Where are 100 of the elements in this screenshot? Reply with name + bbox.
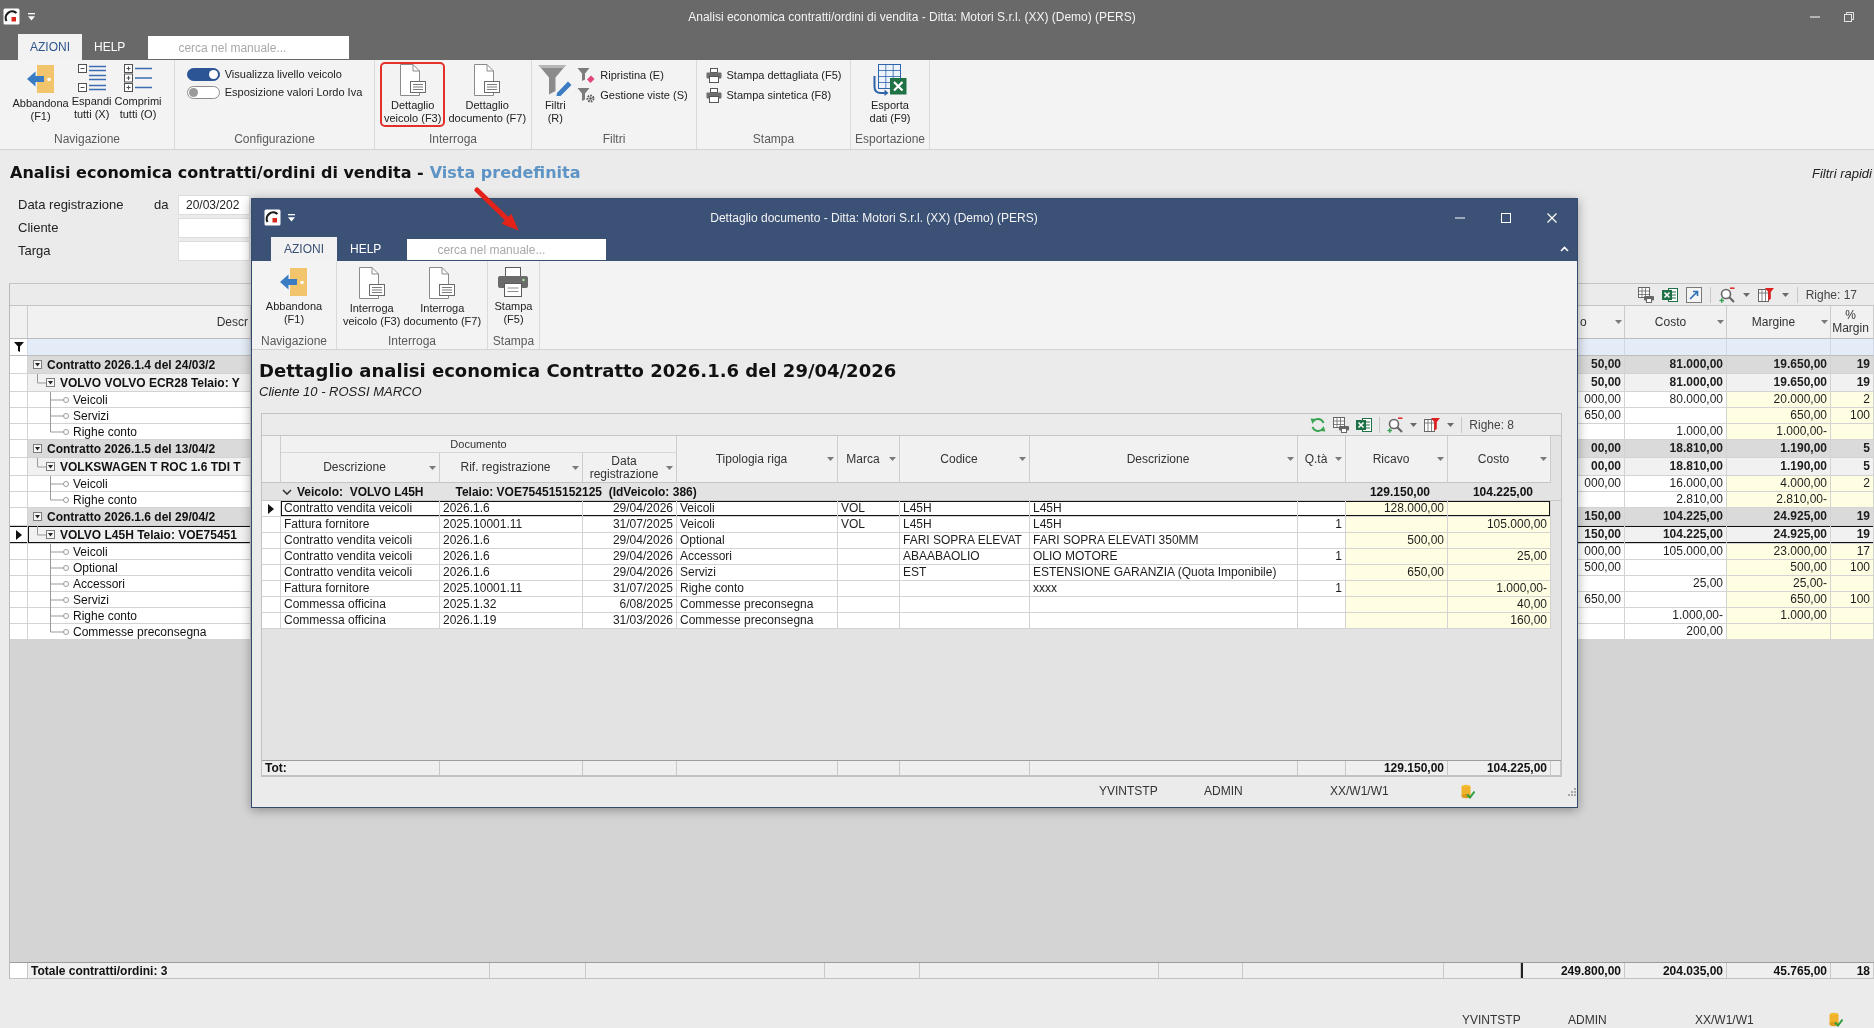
expander-icon[interactable] <box>46 378 55 387</box>
expander-icon[interactable] <box>46 462 55 471</box>
dropdown-arrow-icon[interactable] <box>1717 320 1724 324</box>
toggle-switch[interactable] <box>186 85 220 99</box>
row-indicator[interactable] <box>10 526 28 544</box>
ribbon-tab[interactable]: HELP <box>337 237 395 261</box>
tree-item[interactable]: Veicoli <box>28 392 251 408</box>
filter-field[interactable] <box>1578 339 1625 356</box>
column-header[interactable]: Codice <box>900 436 1030 483</box>
ribbon-tab[interactable]: HELP <box>82 34 138 60</box>
ribbon-button[interactable]: Interroga documento (F7) <box>403 265 482 330</box>
tree-item[interactable]: Servizi <box>28 592 251 608</box>
dropdown-arrow-icon[interactable] <box>1437 457 1444 461</box>
tree-item[interactable]: Righe conto <box>28 492 251 508</box>
column-header[interactable]: Rif. registrazione <box>440 453 583 483</box>
tree-item[interactable]: VOLKSWAGEN T ROC 1.6 TDI T <box>28 458 251 476</box>
ribbon-button[interactable]: Interroga veicolo (F3) <box>342 265 401 330</box>
tree-item[interactable]: Veicoli <box>28 544 251 560</box>
dropdown-arrow-icon[interactable] <box>1615 320 1622 324</box>
ribbon-button[interactable]: Dettaglio veicolo (F3) <box>379 62 446 127</box>
spreadsheet-icon[interactable] <box>1356 416 1373 433</box>
expander-icon[interactable] <box>33 360 42 369</box>
ribbon-collapse-icon[interactable] <box>1560 245 1569 252</box>
caret-icon[interactable] <box>1410 422 1418 427</box>
refresh-icon[interactable] <box>1310 416 1327 433</box>
caret-icon[interactable] <box>1447 422 1455 427</box>
column-header[interactable]: Costo <box>1448 436 1551 483</box>
chevron-icon[interactable] <box>282 488 292 495</box>
row-indicator[interactable] <box>262 501 281 517</box>
ribbon-button[interactable]: Stampa (F5) <box>494 265 533 328</box>
expander-icon[interactable] <box>46 530 55 539</box>
spreadsheet-icon[interactable] <box>1661 286 1678 303</box>
ribbon-button[interactable]: Stampa sintetica (F8) <box>703 85 844 105</box>
tree-item[interactable]: Veicoli <box>28 476 251 492</box>
ribbon-button[interactable]: Ripristina (E) <box>575 65 690 85</box>
dropdown-arrow-icon[interactable] <box>889 457 896 461</box>
ribbon-button[interactable]: Stampa dettagliata (F5) <box>703 65 844 85</box>
ribbon-button[interactable]: Esporta dati (F9) <box>869 62 911 127</box>
search-icon[interactable] <box>1387 416 1404 433</box>
customize-menu-icon[interactable] <box>27 12 36 21</box>
tree-item[interactable]: Accessori <box>28 576 251 592</box>
dropdown-arrow-icon[interactable] <box>1335 457 1342 461</box>
ribbon-button[interactable]: Gestione viste (S) <box>575 85 690 105</box>
dropdown-arrow-icon[interactable] <box>1540 457 1547 461</box>
dropdown-arrow-icon[interactable] <box>1821 320 1828 324</box>
toggle-switch[interactable] <box>186 67 220 81</box>
customize-menu-icon[interactable] <box>287 213 296 222</box>
tree-item[interactable]: Servizi <box>28 408 251 424</box>
tree-item[interactable]: Righe conto <box>28 424 251 440</box>
expander-icon[interactable] <box>33 444 42 453</box>
tree-item[interactable]: Contratto 2026.1.6 del 29/04/2 <box>28 508 251 526</box>
tree-item[interactable]: Optional <box>28 560 251 576</box>
column-header[interactable]: Tipologia riga <box>677 436 838 483</box>
input-field[interactable] <box>178 217 250 238</box>
caret-icon[interactable] <box>1742 292 1750 297</box>
filter-field[interactable] <box>1831 339 1874 356</box>
search-field[interactable]: cerca nel manuale... <box>148 36 350 59</box>
tree-item[interactable]: Righe conto <box>28 608 251 624</box>
export-icon[interactable] <box>1685 286 1702 303</box>
grid-print-icon[interactable] <box>1333 416 1350 433</box>
ribbon-button[interactable]: Comprimi tutti (O) <box>114 62 162 123</box>
column-filter-icon[interactable] <box>1757 286 1774 303</box>
dropdown-arrow-icon[interactable] <box>429 465 436 470</box>
column-header[interactable]: Descr <box>28 306 251 339</box>
ribbon-button[interactable]: Filtri (R) <box>538 62 573 127</box>
column-header[interactable]: Costo <box>1625 306 1727 339</box>
column-header[interactable]: % Margin <box>1831 306 1874 339</box>
grid-print-icon[interactable] <box>1637 286 1654 303</box>
column-header[interactable]: Descrizione <box>281 453 440 483</box>
tree-item[interactable]: VOLVO L45H Telaio: VOE75451 <box>28 526 251 544</box>
filter-field[interactable] <box>28 339 251 356</box>
dropdown-arrow-icon[interactable] <box>572 465 579 470</box>
ribbon-button[interactable]: Abbandona (F1) <box>12 62 69 125</box>
column-header[interactable]: Marca <box>838 436 900 483</box>
dropdown-arrow-icon[interactable] <box>1287 457 1294 461</box>
column-header[interactable]: o <box>1578 306 1625 339</box>
input-field[interactable] <box>178 240 250 261</box>
search-field[interactable]: cerca nel manuale... <box>407 239 607 260</box>
column-header[interactable]: Margine <box>1727 306 1831 339</box>
search-icon[interactable] <box>1718 286 1735 303</box>
column-header[interactable]: Ricavo <box>1346 436 1448 483</box>
ribbon-button[interactable]: Dettaglio documento (F7) <box>448 62 527 127</box>
filter-field[interactable] <box>1727 339 1831 356</box>
ribbon-button[interactable]: Espandi tutti (X) <box>71 62 112 123</box>
dropdown-arrow-icon[interactable] <box>1019 457 1026 461</box>
filter-field[interactable] <box>1625 339 1727 356</box>
column-header[interactable]: Data registrazione <box>583 453 677 483</box>
ribbon-button[interactable]: Abbandona (F1) <box>265 265 323 328</box>
input-field[interactable]: 20/03/202 <box>178 194 250 215</box>
column-filter-icon[interactable] <box>1424 416 1441 433</box>
column-header[interactable]: Q.tà <box>1298 436 1346 483</box>
tree-item[interactable]: VOLVO VOLVO ECR28 Telaio: Y <box>28 374 251 392</box>
ribbon-tab[interactable]: AZIONI <box>271 237 337 261</box>
dropdown-arrow-icon[interactable] <box>827 457 834 461</box>
dropdown-arrow-icon[interactable] <box>666 465 673 470</box>
tree-item[interactable]: Commesse preconsegna <box>28 624 251 640</box>
ribbon-tab[interactable]: AZIONI <box>18 34 82 60</box>
caret-icon[interactable] <box>1781 292 1789 297</box>
tree-item[interactable]: Contratto 2026.1.5 del 13/04/2 <box>28 440 251 458</box>
column-header[interactable]: Descrizione <box>1030 436 1298 483</box>
